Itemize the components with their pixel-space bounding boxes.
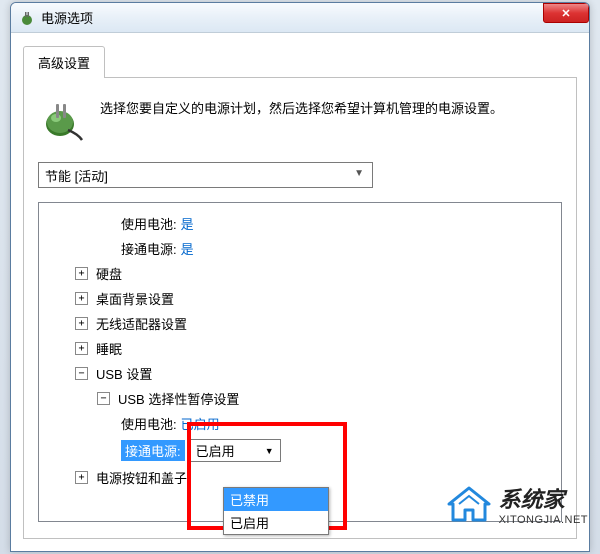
usb-plugged-dropdown[interactable]: 已启用 ▼: [189, 439, 281, 462]
expand-minus-icon[interactable]: −: [75, 367, 88, 380]
tree-harddisk[interactable]: + 硬盘: [45, 261, 555, 286]
plan-select-value: 节能 [活动]: [45, 169, 108, 184]
tree-usb-suspend[interactable]: − USB 选择性暂停设置: [45, 386, 555, 411]
tree-plugged[interactable]: 接通电源: 是: [45, 236, 555, 261]
expand-plus-icon[interactable]: +: [75, 292, 88, 305]
power-plan-select[interactable]: 节能 [活动]: [38, 162, 373, 188]
dropdown-menu: 已禁用 已启用: [223, 487, 329, 535]
window-title: 电源选项: [41, 8, 93, 27]
usb-battery-label: 使用电池:: [121, 414, 177, 433]
dropdown-option-enabled[interactable]: 已启用: [224, 511, 328, 534]
tree-desktop-bg[interactable]: + 桌面背景设置: [45, 286, 555, 311]
plugged-value[interactable]: 是: [181, 239, 194, 258]
dropdown-option-disabled[interactable]: 已禁用: [224, 488, 328, 511]
expand-plus-icon[interactable]: +: [75, 317, 88, 330]
house-icon: [445, 484, 493, 524]
usb-plugged-label: 接通电源:: [121, 440, 185, 461]
chevron-down-icon: ▼: [265, 446, 274, 456]
window-content: 高级设置 选择您要自定义的电源计划，然后选择您希望计算机管理的电源设置。: [11, 33, 589, 551]
tab-row: 高级设置: [23, 45, 577, 78]
tree-wireless[interactable]: + 无线适配器设置: [45, 311, 555, 336]
tree-usb-plugged[interactable]: 接通电源: 已启用 ▼: [45, 436, 555, 465]
watermark: 系统家 XITONGJIA.NET: [445, 482, 588, 526]
settings-tree: 使用电池: 是 接通电源: 是 + 硬盘 + 桌面背景设置 + 无线适配器设: [38, 202, 562, 522]
tab-advanced[interactable]: 高级设置: [23, 46, 105, 78]
expand-plus-icon[interactable]: +: [75, 267, 88, 280]
plugged-label: 接通电源:: [121, 239, 177, 258]
watermark-text: 系统家 XITONGJIA.NET: [499, 482, 588, 526]
expand-plus-icon[interactable]: +: [75, 471, 88, 484]
expand-minus-icon[interactable]: −: [97, 392, 110, 405]
tree-usb[interactable]: − USB 设置: [45, 361, 555, 386]
watermark-url: XITONGJIA.NET: [499, 514, 588, 526]
plug-icon: [38, 94, 86, 142]
power-icon: [19, 10, 35, 26]
description-text: 选择您要自定义的电源计划，然后选择您希望计算机管理的电源设置。: [100, 94, 503, 142]
tree-battery-use[interactable]: 使用电池: 是: [45, 211, 555, 236]
expand-plus-icon[interactable]: +: [75, 342, 88, 355]
tree-usb-battery[interactable]: 使用电池: 已启用: [45, 411, 555, 436]
power-options-window: 电源选项 高级设置 选择您要自定义的电源计划，然后选择: [10, 2, 590, 552]
description-row: 选择您要自定义的电源计划，然后选择您希望计算机管理的电源设置。: [38, 94, 562, 142]
usb-battery-value[interactable]: 已启用: [181, 414, 220, 433]
titlebar: 电源选项: [11, 3, 589, 33]
battery-use-value[interactable]: 是: [181, 214, 194, 233]
tree-sleep[interactable]: + 睡眠: [45, 336, 555, 361]
battery-use-label: 使用电池:: [121, 214, 177, 233]
watermark-name: 系统家: [499, 482, 588, 514]
tab-body: 选择您要自定义的电源计划，然后选择您希望计算机管理的电源设置。 节能 [活动] …: [23, 78, 577, 539]
close-button[interactable]: [543, 3, 589, 23]
